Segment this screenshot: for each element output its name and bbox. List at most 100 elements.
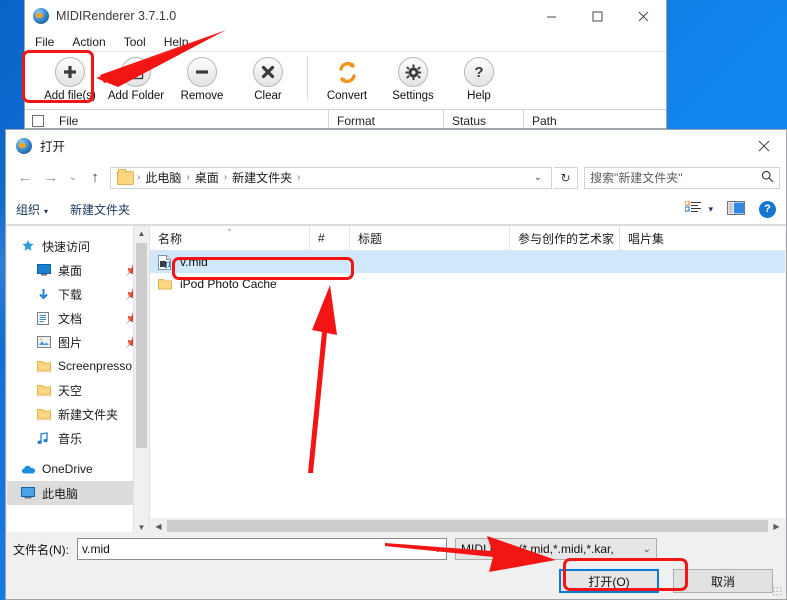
sidebar-item-new-folder[interactable]: 新建文件夹	[7, 402, 149, 426]
breadcrumb-chevron-down-icon[interactable]: ⌄	[529, 172, 547, 183]
close-icon[interactable]	[620, 0, 666, 32]
file-row-vmid[interactable]: v.mid	[150, 251, 785, 273]
question-circle-icon: ?	[464, 57, 494, 87]
column-name-label: 名称	[158, 231, 183, 246]
menu-item-tool[interactable]: Tool	[122, 35, 148, 49]
minimize-icon[interactable]	[528, 0, 574, 32]
minus-circle-icon	[187, 57, 217, 87]
column-title[interactable]: 标题	[350, 226, 510, 250]
star-pin-icon	[21, 239, 38, 253]
menu-item-file[interactable]: File	[33, 35, 56, 49]
scroll-right-arrow-icon[interactable]: ▶	[768, 522, 785, 531]
toolbar-remove-label: Remove	[180, 90, 224, 102]
resize-grip[interactable]	[772, 586, 782, 596]
toolbar-settings[interactable]: Settings	[380, 52, 446, 102]
sidebar-item-documents[interactable]: 文档 📌	[7, 306, 149, 330]
new-folder-button[interactable]: 新建文件夹	[70, 201, 130, 218]
sidebar-item-screenpresso[interactable]: Screenpresso	[7, 354, 149, 378]
onedrive-cloud-icon	[21, 464, 38, 475]
breadcrumb-segment-desktop[interactable]: 桌面	[190, 169, 224, 186]
file-row-ipod-photo-cache[interactable]: iPod Photo Cache	[150, 273, 785, 295]
open-button[interactable]: 打开(O)	[559, 569, 659, 593]
globe-icon	[16, 137, 32, 154]
folder-icon	[37, 408, 54, 420]
chevron-down-icon[interactable]: ⌄	[434, 544, 442, 555]
toolbar-help[interactable]: ? Help	[446, 52, 512, 102]
toolbar-settings-label: Settings	[392, 90, 434, 102]
column-contributing-artists[interactable]: 参与创作的艺术家	[510, 226, 620, 250]
toolbar-clear[interactable]: Clear	[235, 52, 301, 102]
folder-icon	[37, 384, 54, 396]
toolbar-remove[interactable]: Remove	[169, 52, 235, 102]
select-all-checkbox[interactable]	[25, 110, 51, 128]
column-format[interactable]: Format	[329, 110, 444, 128]
column-number[interactable]: #	[310, 226, 350, 250]
dialog-footer: 文件名(N): v.mid ⌄ MIDI Files (*.mid,*.midi…	[7, 532, 785, 598]
column-path[interactable]: Path	[524, 110, 664, 128]
back-arrow-icon[interactable]: ←	[12, 165, 38, 191]
navigation-pane-scrollbar[interactable]: ▲ ▼	[133, 226, 149, 535]
sidebar-item-label: 天空	[58, 383, 83, 398]
refresh-icon[interactable]: ↻	[554, 166, 578, 189]
recent-locations-chevron-down-icon[interactable]: ⌄	[64, 165, 82, 191]
gear-circle-icon	[398, 57, 428, 87]
sidebar-item-onedrive[interactable]: OneDrive	[7, 457, 149, 481]
view-list-icon[interactable]	[684, 200, 702, 217]
filename-input[interactable]: v.mid ⌄	[77, 538, 447, 560]
toolbar-add-folder[interactable]: Add Folder	[103, 52, 169, 102]
folder-add-icon	[121, 57, 151, 87]
column-name[interactable]: ⌄ 名称	[150, 224, 310, 250]
sidebar-item-pictures[interactable]: 图片 📌	[7, 330, 149, 354]
file-type-filter-dropdown[interactable]: MIDI Files (*.mid,*.midi,*.kar, ⌄	[455, 538, 657, 560]
sidebar-item-downloads[interactable]: 下载 📌	[7, 282, 149, 306]
sidebar-item-label: 图片	[58, 335, 83, 350]
breadcrumb-segment-this-pc[interactable]: 此电脑	[140, 169, 186, 186]
dialog-title: 打开	[40, 140, 66, 154]
refresh-arrows-icon	[332, 57, 362, 87]
toolbar-add-folder-label: Add Folder	[107, 90, 165, 102]
dialog-navigation-bar: ← → ⌄ ↑ › 此电脑 › 桌面 › 新建文件夹 › ⌄ ↻ 搜索"新建文件…	[6, 161, 786, 194]
view-chevron-down-icon[interactable]: ▾	[708, 204, 713, 215]
sidebar-item-label: 新建文件夹	[58, 407, 119, 422]
sidebar-item-label: 桌面	[58, 263, 83, 278]
menu-item-action[interactable]: Action	[70, 35, 107, 49]
toolbar-clear-label: Clear	[254, 90, 282, 102]
maximize-icon[interactable]	[574, 0, 620, 32]
up-arrow-icon[interactable]: ↑	[82, 165, 108, 191]
help-icon[interactable]: ?	[759, 200, 776, 218]
navigation-pane: 快速访问 桌面 📌 下载 📌 文档 📌	[7, 226, 149, 535]
menu-item-help[interactable]: Help	[162, 35, 191, 49]
breadcrumb[interactable]: › 此电脑 › 桌面 › 新建文件夹 › ⌄	[110, 166, 552, 189]
column-status[interactable]: Status	[444, 110, 524, 128]
toolbar-convert[interactable]: Convert	[314, 52, 380, 102]
breadcrumb-segment-new-folder[interactable]: 新建文件夹	[227, 169, 297, 186]
sidebar-item-tiankong[interactable]: 天空	[7, 378, 149, 402]
organize-button[interactable]: 组织 ▾	[16, 201, 48, 218]
toolbar-add-files[interactable]: Add file(s)	[37, 52, 103, 102]
dialog-buttons: 打开(O) 取消	[7, 568, 785, 594]
forward-arrow-icon[interactable]: →	[38, 165, 64, 191]
sidebar-item-desktop[interactable]: 桌面 📌	[7, 258, 149, 282]
close-icon[interactable]	[741, 130, 786, 161]
sidebar-item-label: 文档	[58, 311, 83, 326]
column-file[interactable]: File	[51, 110, 329, 128]
cancel-button[interactable]: 取消	[673, 569, 773, 593]
midirenderer-window: MIDIRenderer 3.7.1.0 File Action Tool He…	[24, 0, 667, 129]
chevron-down-icon: ▾	[44, 206, 49, 216]
scroll-up-arrow-icon[interactable]: ▲	[134, 226, 149, 241]
file-list-pane: ⌄ 名称 # 标题 参与创作的艺术家 唱片集 v.mid iPod Photo …	[150, 224, 785, 535]
sidebar-item-music[interactable]: 音乐	[7, 426, 149, 450]
sort-ascending-icon: ⌄	[226, 224, 233, 233]
breadcrumb-separator: ›	[297, 172, 301, 183]
sidebar-item-this-pc[interactable]: 此电脑	[7, 481, 149, 505]
sidebar-item-quick-access[interactable]: 快速访问	[7, 234, 149, 258]
preview-pane-icon[interactable]	[727, 200, 745, 218]
sidebar-item-label: 音乐	[58, 431, 83, 446]
search-input[interactable]: 搜索"新建文件夹"	[584, 166, 780, 189]
scroll-left-arrow-icon[interactable]: ◀	[150, 522, 167, 531]
toolbar-help-label: Help	[467, 90, 491, 102]
organize-label: 组织	[16, 202, 41, 217]
checkbox-icon	[32, 115, 44, 127]
scrollbar-thumb[interactable]	[136, 243, 147, 448]
column-album[interactable]: 唱片集	[620, 226, 760, 250]
